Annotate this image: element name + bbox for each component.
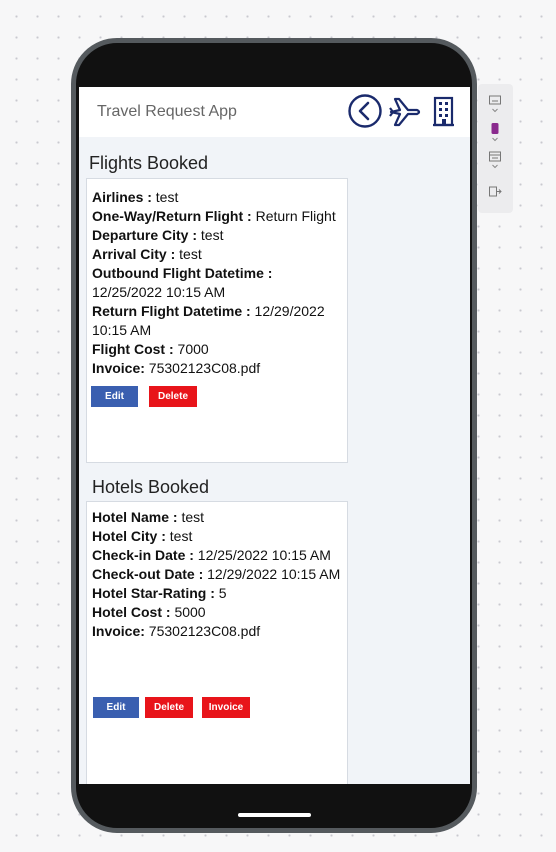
flight-cost: Flight Cost : 7000 <box>92 341 209 357</box>
hotel-star-rating: Hotel Star-Rating : 5 <box>92 585 227 601</box>
hotel-invoice-button[interactable]: Invoice <box>202 697 250 718</box>
layout-icon[interactable] <box>488 150 502 172</box>
flight-type: One-Way/Return Flight : Return Flight <box>92 208 336 224</box>
flight-invoice: Invoice: 75302123C08.pdf <box>92 360 261 376</box>
hotel-checkout-date: Check-out Date : 12/29/2022 10:15 AM <box>92 566 341 582</box>
hotel-invoice: Invoice: 75302123C08.pdf <box>92 623 261 639</box>
flight-departure-city: Departure City : test <box>92 227 224 243</box>
hotel-checkin-date: Check-in Date : 12/25/2022 10:15 AM <box>92 547 331 563</box>
app-screen: Travel Request App Flights Booked Airlin… <box>79 87 470 784</box>
hotels-section-title: Hotels Booked <box>92 477 210 497</box>
hotel-name: Hotel Name : test <box>92 509 205 525</box>
flight-edit-button[interactable]: Edit <box>91 386 138 407</box>
hotel-card: Hotel Name : test Hotel City : test Chec… <box>86 501 348 784</box>
hotel-delete-button[interactable]: Delete <box>145 697 193 718</box>
flight-card: Airlines : test One-Way/Return Flight : … <box>86 178 348 463</box>
airplane-icon[interactable] <box>386 93 424 131</box>
flight-arrival-city: Arrival City : test <box>92 246 202 262</box>
preview-icon[interactable] <box>488 184 502 200</box>
flights-section-title: Flights Booked <box>89 153 209 173</box>
flight-details: Airlines : test One-Way/Return Flight : … <box>92 188 342 378</box>
flight-outbound-datetime: Outbound Flight Datetime : 12/25/2022 10… <box>92 265 273 300</box>
home-indicator <box>238 813 311 817</box>
app-title: Travel Request App <box>97 103 237 120</box>
flight-delete-button[interactable]: Delete <box>149 386 197 407</box>
hotel-details: Hotel Name : test Hotel City : test Chec… <box>92 508 342 641</box>
flight-return-datetime: Return Flight Datetime : 12/29/2022 10:1… <box>92 303 325 338</box>
hotel-cost: Hotel Cost : 5000 <box>92 604 206 620</box>
hotel-edit-button[interactable]: Edit <box>93 697 139 718</box>
hotel-city: Hotel City : test <box>92 528 193 544</box>
side-toolbar <box>478 84 513 213</box>
app-header: Travel Request App <box>79 87 470 137</box>
screen-icon[interactable] <box>488 94 502 116</box>
flight-airlines: Airlines : test <box>92 189 179 205</box>
building-icon[interactable] <box>431 93 457 129</box>
phone-icon[interactable] <box>488 122 502 144</box>
back-arrow-icon[interactable] <box>347 93 383 129</box>
